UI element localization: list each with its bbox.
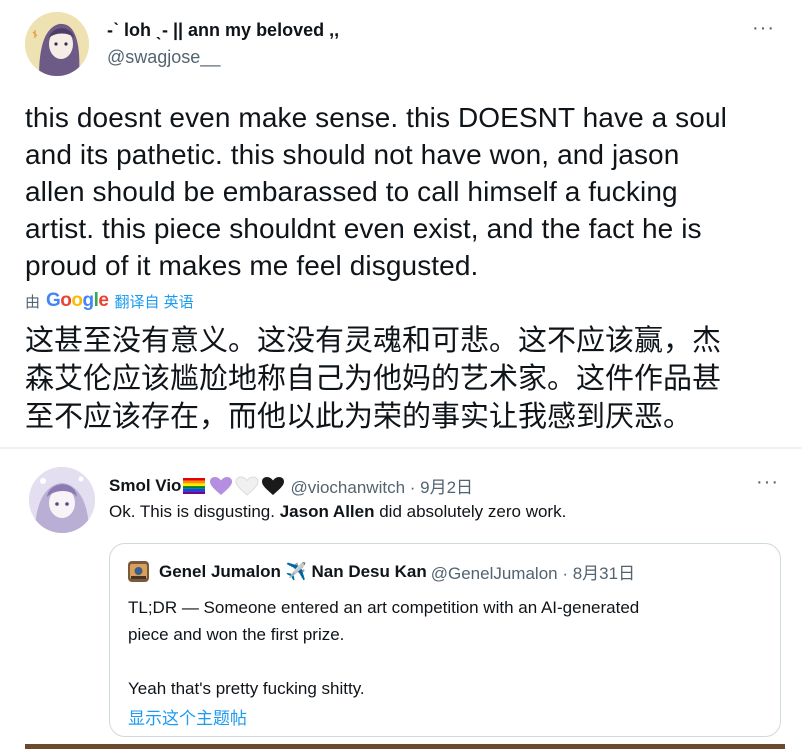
user-handle-and-date[interactable]: @GenelJumalon · 8月31日 — [431, 559, 635, 584]
more-options-icon[interactable]: ··· — [752, 17, 775, 40]
tweet-text: this doesnt even make sense. this DOESNT… — [25, 102, 727, 281]
mentioned-name: Jason Allen — [279, 502, 375, 521]
translate-from-link[interactable]: 翻译自 英语 — [114, 291, 193, 312]
white-heart-icon — [235, 475, 259, 496]
quoted-tweet-card[interactable]: Genel Jumalon ✈️ Nan Desu Kan @GenelJuma… — [109, 543, 781, 737]
show-thread-link[interactable]: 显示这个主题帖 — [128, 704, 247, 729]
avatar[interactable] — [29, 467, 95, 533]
quote-text: TL;DR — Someone entered an art competiti… — [128, 598, 640, 698]
more-options-icon[interactable]: ··· — [756, 471, 779, 494]
name-emojis — [183, 475, 285, 496]
user-handle[interactable]: @swagjose__ — [107, 47, 220, 68]
google-logo-icon: Google — [46, 290, 109, 311]
avatar[interactable] — [128, 561, 149, 582]
rainbow-flag-icon — [183, 477, 206, 494]
media-preview-edge — [25, 744, 785, 749]
main-tweet: -ˋ loh ˎ- || ann my beloved ,, @swagjose… — [0, 0, 802, 447]
black-heart-icon — [262, 476, 285, 495]
reply-text-part: did absolutely zero work. — [374, 502, 567, 521]
avatar[interactable] — [25, 12, 89, 76]
user-handle-and-date[interactable]: @viochanwitch · 9月2日 — [290, 473, 473, 498]
display-name[interactable]: -ˋ loh ˎ- || ann my beloved ,, — [107, 20, 339, 41]
translated-text: 这甚至没有意义。这没有灵魂和可悲。这不应该赢，杰 森艾伦应该尴尬地称自己为他妈的… — [25, 325, 722, 433]
translation-attribution: 由 Google 翻译自 英语 — [25, 290, 194, 312]
display-name[interactable]: Smol Vio — [109, 476, 181, 496]
translate-by-label: 由 — [25, 293, 41, 311]
reply-header: Smol Vio @viochanwitch · 9月2日 — [109, 473, 473, 498]
quote-header: Genel Jumalon ✈️ Nan Desu Kan @GenelJuma… — [128, 559, 635, 584]
reply-tweet[interactable]: Smol Vio @viochanwitch · 9月2日 ··· Ok. Th… — [0, 449, 802, 749]
display-name[interactable]: Genel Jumalon ✈️ Nan Desu Kan — [159, 562, 427, 582]
reply-text: Ok. This is disgusting. Jason Allen did … — [109, 502, 566, 522]
purple-heart-icon — [210, 476, 233, 495]
reply-text-part: Ok. This is disgusting. — [109, 502, 280, 521]
